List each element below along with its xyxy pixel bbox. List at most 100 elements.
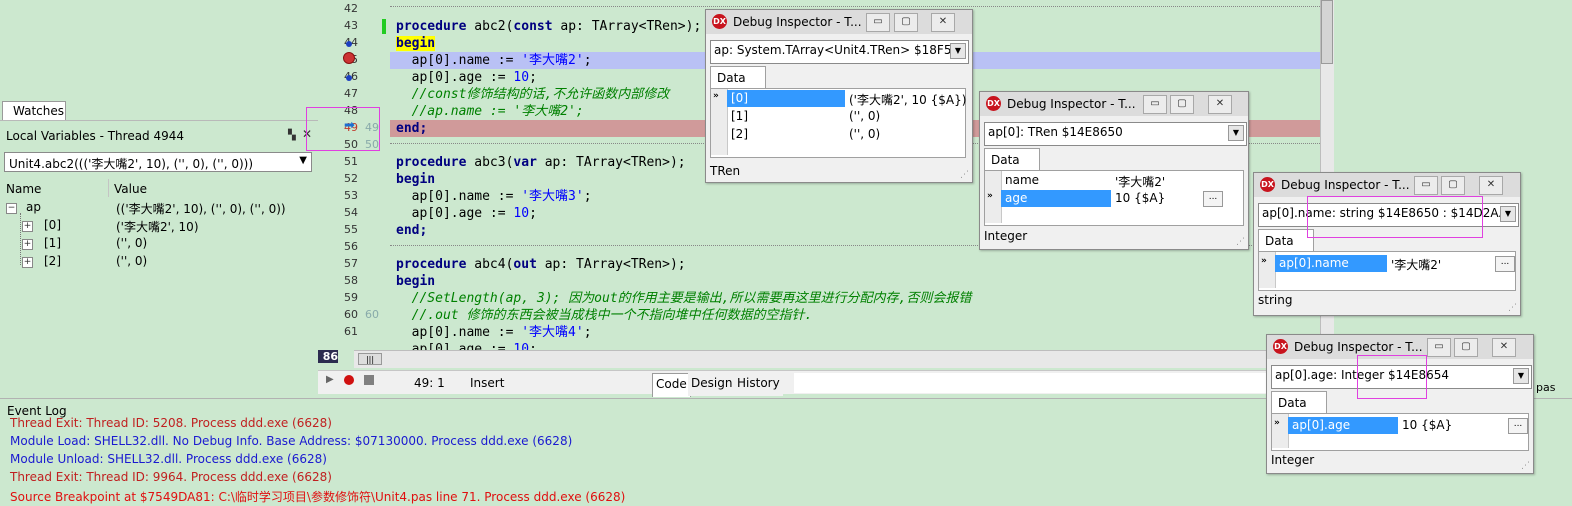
- row-value: ('', 0): [849, 109, 881, 123]
- row-value: 10 {$A}: [1402, 418, 1453, 432]
- inspector-row[interactable]: [0] ('李大嘴2', 10 {$A}): [727, 90, 966, 107]
- event-log-entry[interactable]: Module Unload: SHELL32.dll. Process ddd.…: [10, 452, 327, 466]
- cursor-position: 49: 1: [414, 376, 445, 390]
- expand-icon[interactable]: +: [22, 257, 33, 268]
- breakpoint-dot-icon[interactable]: [346, 75, 352, 81]
- event-log-entry[interactable]: Module Load: SHELL32.dll. No Debug Info.…: [10, 434, 572, 448]
- dx-logo-icon: DX: [712, 14, 727, 29]
- event-log-entry[interactable]: Thread Exit: Thread ID: 9964. Process dd…: [10, 470, 332, 484]
- expression-value: ap[0]: TRen $14E8650: [988, 125, 1123, 139]
- maximize-button[interactable]: ▢: [894, 13, 918, 32]
- line-number: 44: [318, 36, 358, 49]
- maximize-button[interactable]: ▢: [1170, 95, 1194, 114]
- scope-select[interactable]: Unit4.abc2((('李大嘴2', 10), ('', 0), ('', …: [4, 152, 312, 172]
- close-button[interactable]: ✕: [1492, 338, 1516, 357]
- column-divider[interactable]: [108, 179, 109, 197]
- tab-watches[interactable]: Watches: [2, 101, 66, 120]
- close-button[interactable]: ✕: [1208, 95, 1232, 114]
- expression-select[interactable]: ap: System.TArray<Unit4.TRen> $18F520 ▼: [710, 40, 969, 64]
- code-line-58: begin: [396, 274, 436, 289]
- code-line-57: procedure abc4(out ap: TArray<TRen>);: [396, 257, 686, 272]
- event-log-entry[interactable]: Thread Exit: Thread ID: 5208. Process dd…: [10, 416, 332, 430]
- debug-inspector-2[interactable]: DX Debug Inspector - T... ▭ ▢ ✕ ap[0]: T…: [979, 91, 1249, 250]
- inspector-row[interactable]: [1] ('', 0): [727, 108, 961, 125]
- record-icon[interactable]: [344, 375, 354, 385]
- line-number: 57: [344, 257, 358, 270]
- scrollbar-thumb[interactable]: |||: [358, 353, 382, 365]
- grid-gutter: »: [1272, 414, 1289, 448]
- row-value: ('李大嘴2', 10 {$A}): [849, 93, 967, 107]
- minimize-button[interactable]: ▭: [1143, 95, 1167, 114]
- row-key: ap[0].name: [1275, 255, 1387, 272]
- maximize-button[interactable]: ▢: [1441, 176, 1465, 195]
- ellipsis-button[interactable]: ...: [1508, 418, 1528, 434]
- expand-icon[interactable]: +: [22, 239, 33, 250]
- code-line-43: procedure abc2(const ap: TArray<TRen>);: [396, 19, 702, 34]
- pointer-icon: »: [713, 91, 719, 101]
- ellipsis-button[interactable]: ...: [1203, 191, 1223, 207]
- line-number: 59: [344, 291, 358, 304]
- close-button[interactable]: ✕: [931, 13, 955, 32]
- code-line-60: //.out 修饰的东西会被当成栈中一个不指向堆中任何数据的空指针.: [396, 308, 813, 323]
- pin-icon[interactable]: ▚: [288, 130, 296, 141]
- tab-history[interactable]: History: [734, 373, 783, 396]
- local-name: [1]: [44, 236, 61, 250]
- breakpoint-checked-icon[interactable]: [343, 52, 355, 64]
- inspector-grid: » [0] ('李大嘴2', 10 {$A}) [1] ('', 0) [2] …: [710, 88, 966, 158]
- line-number: 51: [344, 155, 358, 168]
- line-number: 52: [344, 172, 358, 185]
- tab-code[interactable]: Code: [652, 373, 691, 397]
- resize-grip-icon[interactable]: ⋰: [1521, 461, 1530, 471]
- editor-gutter[interactable]: 42 43 44 45 46 47 48 49 50 51 52 53 54 5…: [318, 0, 390, 368]
- row-key: ap[0].age: [1288, 417, 1398, 434]
- local-row-0[interactable]: + [0] ('李大嘴2', 10): [0, 217, 318, 235]
- breakpoint-dot-icon[interactable]: [346, 41, 352, 47]
- window-title-bar[interactable]: DX Debug Inspector - T... ▭ ▢ ✕: [706, 10, 972, 34]
- minimize-button[interactable]: ▭: [866, 13, 890, 32]
- collapse-icon[interactable]: −: [6, 203, 17, 214]
- event-log-entry[interactable]: Source Breakpoint at $7549DA81: C:\临时学习项…: [10, 488, 625, 505]
- editor-horizontal-scrollbar[interactable]: |||: [354, 350, 1320, 368]
- scrollbar-thumb[interactable]: [1321, 0, 1333, 64]
- unit-tab-fragment[interactable]: pas: [1536, 381, 1555, 394]
- inspector-row[interactable]: name '李大嘴2': [1001, 172, 1239, 189]
- expression-value: ap: System.TArray<Unit4.TRen> $18F520: [714, 43, 967, 57]
- window-title-bar[interactable]: DX Debug Inspector - T... ▭ ▢ ✕: [1254, 173, 1520, 197]
- grid-gutter: »: [1259, 252, 1276, 288]
- insert-mode: Insert: [470, 376, 505, 390]
- debug-inspector-3[interactable]: DX Debug Inspector - T... ▭ ▢ ✕ ap[0].na…: [1253, 172, 1521, 316]
- code-line-52: begin: [396, 172, 436, 187]
- tab-design[interactable]: Design: [688, 373, 736, 396]
- stop-icon[interactable]: [364, 375, 374, 385]
- inspector-row[interactable]: ap[0].name '李大嘴2': [1275, 255, 1511, 272]
- expand-icon[interactable]: +: [22, 221, 33, 232]
- code-line-59: //SetLength(ap, 3); 因为out的作用主要是输出,所以需要再这…: [396, 291, 972, 306]
- line-number: 53: [344, 189, 358, 202]
- inspector-row[interactable]: [2] ('', 0): [727, 126, 961, 143]
- minimize-button[interactable]: ▭: [1427, 338, 1451, 357]
- inspector-grid: » ap[0].age 10 {$A} ...: [1271, 413, 1529, 451]
- local-row-2[interactable]: + [2] ('', 0): [0, 253, 318, 271]
- resize-grip-icon[interactable]: ⋰: [1508, 303, 1517, 313]
- expression-select[interactable]: ap[0]: TRen $14E8650 ▼: [984, 122, 1247, 146]
- line-number: 58: [344, 274, 358, 287]
- maximize-button[interactable]: ▢: [1454, 338, 1478, 357]
- local-row-1[interactable]: + [1] ('', 0): [0, 235, 318, 253]
- local-variables-pane: Local Variables - Thread 4944 ▚ ✕ Unit4.…: [0, 120, 318, 400]
- code-line-46: ap[0].age := 10;: [396, 70, 537, 85]
- window-title-bar[interactable]: DX Debug Inspector - T... ▭ ▢ ✕: [980, 92, 1248, 116]
- editor-status-bar: ▶ 49: 1 Insert Code Design History: [318, 370, 1334, 397]
- resize-grip-icon[interactable]: ⋰: [960, 170, 969, 180]
- ellipsis-button[interactable]: ...: [1495, 256, 1515, 272]
- highlight-box: [306, 107, 380, 151]
- resize-grip-icon[interactable]: ⋰: [1236, 237, 1245, 247]
- play-icon[interactable]: ▶: [326, 374, 334, 385]
- local-row-ap[interactable]: − ap (('李大嘴2', 10), ('', 0), ('', 0)): [0, 199, 318, 217]
- debug-inspector-1[interactable]: DX Debug Inspector - T... ▭ ▢ ✕ ap: Syst…: [705, 9, 973, 183]
- code-line-62: ap[0].age := 10;: [396, 342, 537, 350]
- minimize-button[interactable]: ▭: [1414, 176, 1438, 195]
- dx-logo-icon: DX: [1273, 339, 1288, 354]
- inspector-row[interactable]: ap[0].age 10 {$A}: [1288, 417, 1524, 434]
- close-button[interactable]: ✕: [1479, 176, 1503, 195]
- row-key: [2]: [731, 127, 748, 141]
